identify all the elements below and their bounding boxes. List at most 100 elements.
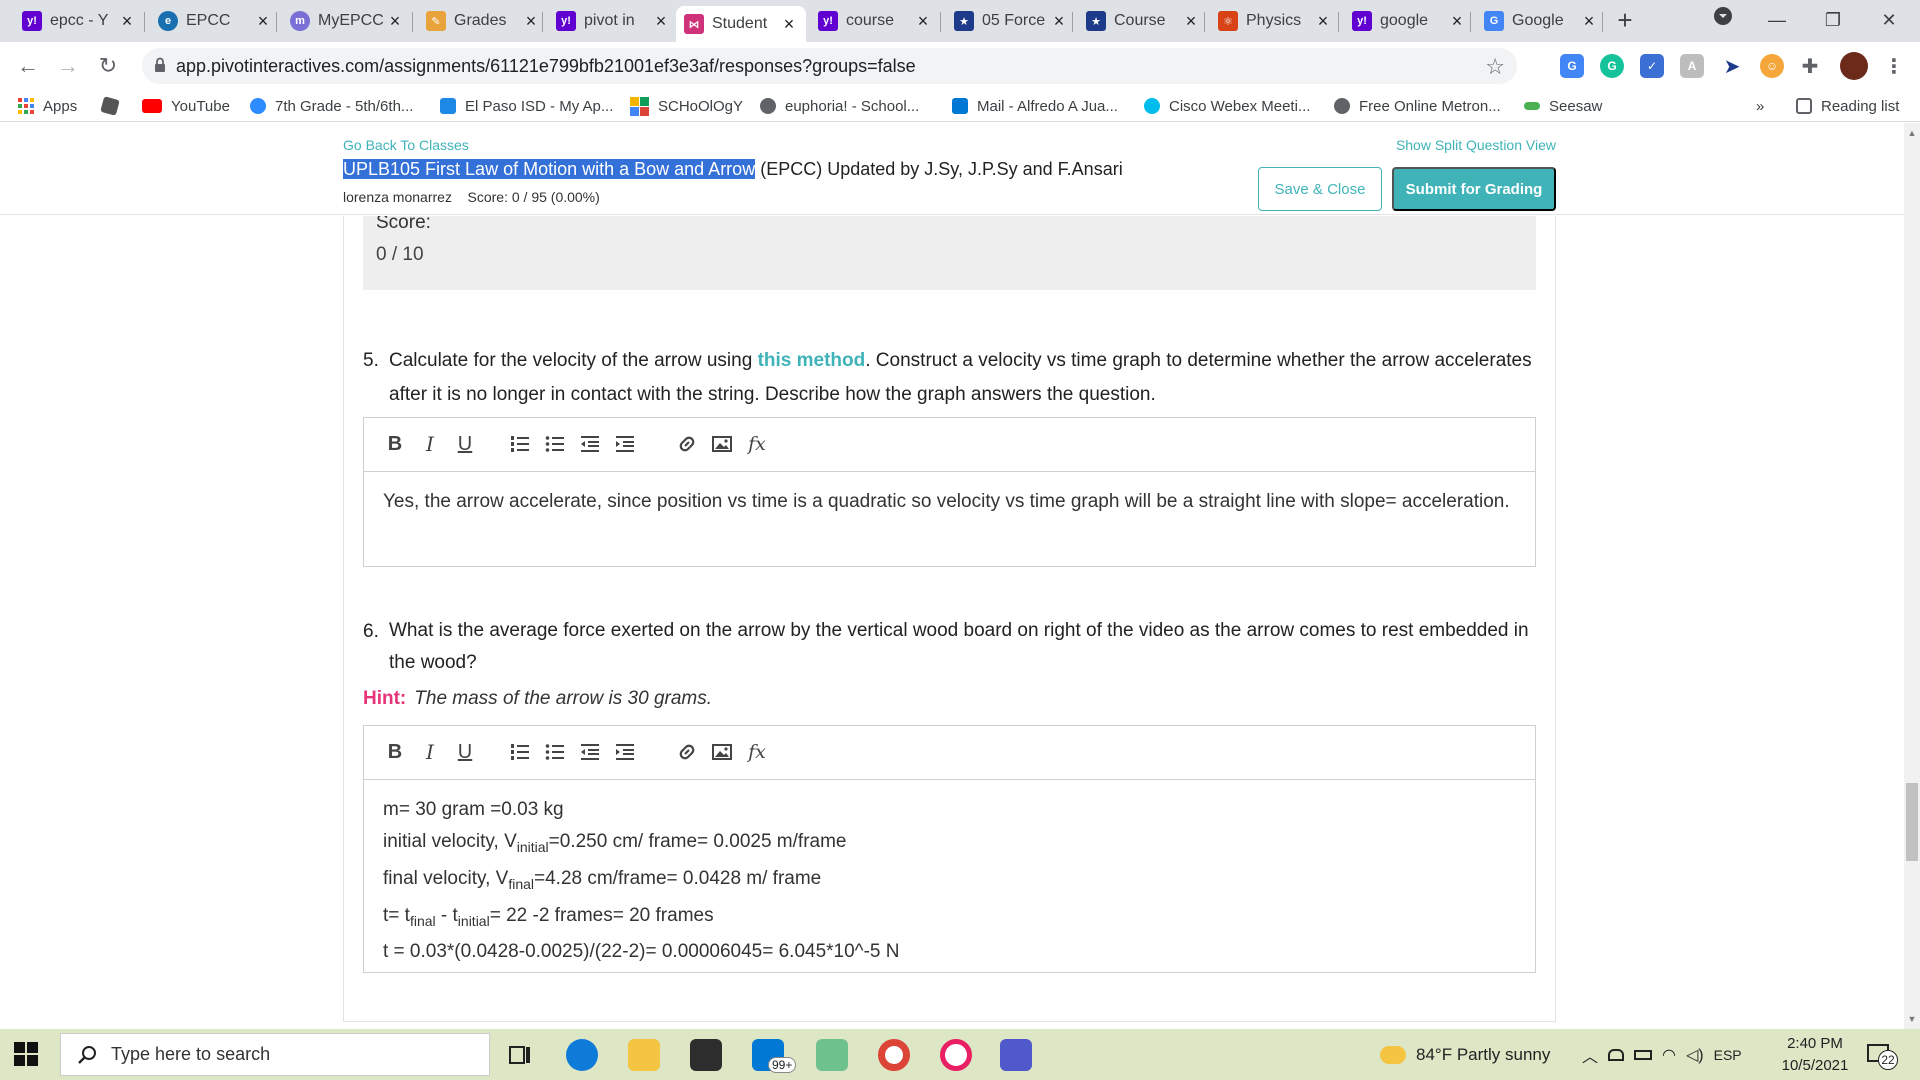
bullet-list-icon[interactable] — [542, 431, 568, 457]
notifications-icon[interactable]: 22 — [1866, 1041, 1898, 1070]
weather-widget[interactable]: 84°F Partly sunny — [1380, 1029, 1550, 1080]
browser-tab[interactable]: ★ Course × — [1078, 6, 1208, 36]
forward-arrow-icon[interactable]: → — [52, 50, 84, 82]
scroll-down-icon[interactable]: ▼ — [1904, 1011, 1920, 1027]
browser-tab[interactable]: y! epcc - Y × — [14, 6, 144, 36]
minimize-icon[interactable]: — — [1752, 0, 1802, 42]
browser-tab[interactable]: G Google × — [1476, 6, 1606, 36]
page-scrollbar[interactable]: ▲ ▼ — [1904, 123, 1920, 1029]
app-icon[interactable] — [940, 1039, 972, 1071]
scroll-up-icon[interactable]: ▲ — [1904, 125, 1920, 141]
image-icon[interactable] — [709, 431, 735, 457]
close-icon[interactable]: × — [1182, 11, 1200, 32]
back-arrow-icon[interactable]: ← — [12, 50, 44, 82]
translate-extension-icon[interactable]: G — [1560, 54, 1584, 78]
windows-start-icon[interactable] — [14, 1042, 38, 1066]
browser-tab[interactable]: m MyEPCC × — [282, 6, 412, 36]
browser-tab[interactable]: ★ 05 Force × — [946, 6, 1076, 36]
grammarly-extension-icon[interactable]: G — [1600, 54, 1624, 78]
close-icon[interactable]: × — [1448, 11, 1466, 32]
teams-icon[interactable] — [1000, 1039, 1032, 1071]
bookmark-episd[interactable]: El Paso ISD - My Ap... — [440, 95, 613, 117]
kebab-menu-icon[interactable]: ⋮ — [1882, 54, 1906, 78]
browser-tab-active[interactable]: ⋈ Student × — [676, 6, 806, 42]
mail-icon[interactable]: 99+ — [752, 1039, 797, 1073]
extension-icon[interactable]: ☺ — [1760, 54, 1784, 78]
outdent-icon[interactable] — [577, 739, 603, 765]
answer-editor-q5[interactable]: B I U fx Yes, the arrow accelerate, sinc… — [363, 417, 1536, 567]
window-close-icon[interactable]: ✕ — [1864, 0, 1914, 42]
indent-icon[interactable] — [612, 431, 638, 457]
bookmark-roblox[interactable] — [100, 95, 127, 117]
browser-tab[interactable]: e EPCC × — [150, 6, 280, 36]
outdent-icon[interactable] — [577, 431, 603, 457]
browser-tab[interactable]: y! course × — [810, 6, 940, 36]
answer-text[interactable]: m= 30 gram =0.03 kg initial velocity, Vi… — [364, 780, 1535, 982]
formula-icon[interactable]: fx — [744, 739, 770, 765]
taskbar-clock[interactable]: 2:40 PM 10/5/2021 — [1770, 1033, 1860, 1077]
store-icon[interactable] — [690, 1039, 722, 1071]
wifi-icon[interactable]: ◠ — [1662, 1045, 1676, 1065]
network-icon[interactable] — [1608, 1048, 1625, 1061]
more-bookmarks-button[interactable]: » — [1756, 95, 1764, 117]
answer-editor-q6[interactable]: B I U fx m= 30 gram =0.03 kg initial vel… — [363, 725, 1536, 973]
photos-icon[interactable] — [816, 1039, 848, 1071]
extension-icon[interactable]: ✓ — [1640, 54, 1664, 78]
edge-browser-icon[interactable] — [566, 1039, 598, 1071]
close-icon[interactable]: × — [386, 11, 404, 32]
answer-text[interactable]: Yes, the arrow accelerate, since positio… — [364, 472, 1535, 532]
link-icon[interactable] — [674, 431, 700, 457]
italic-icon[interactable]: I — [417, 431, 443, 457]
bold-icon[interactable]: B — [382, 739, 408, 765]
new-tab-button[interactable]: + — [1610, 6, 1640, 36]
bookmark-metronome[interactable]: Free Online Metron... — [1334, 95, 1501, 117]
close-icon[interactable]: × — [1580, 11, 1598, 32]
close-icon[interactable]: × — [652, 11, 670, 32]
close-icon[interactable]: × — [1050, 11, 1068, 32]
link-icon[interactable] — [674, 739, 700, 765]
browser-tab[interactable]: ⚛ Physics × — [1210, 6, 1340, 36]
browser-tab[interactable]: ✎ Grades × — [418, 6, 548, 36]
address-bar[interactable]: app.pivotinteractives.com/assignments/61… — [142, 48, 1517, 84]
extension-icon[interactable]: A — [1680, 54, 1704, 78]
bold-icon[interactable]: B — [382, 431, 408, 457]
numbered-list-icon[interactable] — [507, 739, 533, 765]
go-back-link[interactable]: Go Back To Classes — [343, 137, 469, 153]
bookmark-schoology[interactable]: SCHoOlOgY — [630, 95, 743, 117]
pointer-extension-icon[interactable]: ➤ — [1720, 54, 1744, 78]
bookmark-zoom[interactable]: 7th Grade - 5th/6th... — [250, 95, 413, 117]
image-icon[interactable] — [709, 739, 735, 765]
close-icon[interactable]: × — [254, 11, 272, 32]
language-indicator[interactable]: ESP — [1714, 1047, 1742, 1063]
underline-icon[interactable]: U — [452, 431, 478, 457]
volume-icon[interactable]: ◁) — [1686, 1045, 1704, 1065]
battery-icon[interactable] — [1634, 1049, 1653, 1060]
close-icon[interactable]: × — [780, 14, 798, 35]
puzzle-extensions-icon[interactable]: ✚ — [1798, 54, 1822, 78]
method-link[interactable]: this method — [758, 350, 866, 371]
task-view-icon[interactable] — [504, 1039, 536, 1071]
bookmark-euphoria[interactable]: euphoria! - School... — [760, 95, 919, 117]
reading-list-button[interactable]: Reading list — [1796, 95, 1899, 117]
close-icon[interactable]: × — [914, 11, 932, 32]
close-icon[interactable]: × — [522, 11, 540, 32]
chrome-icon[interactable] — [878, 1039, 910, 1071]
split-view-link[interactable]: Show Split Question View — [1396, 137, 1556, 153]
browser-tab[interactable]: y! google × — [1344, 6, 1474, 36]
numbered-list-icon[interactable] — [507, 431, 533, 457]
save-close-button[interactable]: Save & Close — [1258, 167, 1382, 211]
chevron-up-icon[interactable]: ︿ — [1582, 1043, 1598, 1067]
file-explorer-icon[interactable] — [628, 1039, 660, 1071]
bookmark-youtube[interactable]: YouTube — [142, 95, 230, 117]
underline-icon[interactable]: U — [452, 739, 478, 765]
close-icon[interactable]: × — [1314, 11, 1332, 32]
bookmark-seesaw[interactable]: Seesaw — [1524, 95, 1602, 117]
taskbar-search-input[interactable]: Type here to search — [60, 1033, 490, 1076]
avatar[interactable] — [1840, 52, 1868, 80]
bookmark-apps[interactable]: Apps — [18, 95, 77, 117]
restore-icon[interactable]: ❐ — [1808, 0, 1858, 42]
bookmark-star-icon[interactable]: ☆ — [1485, 54, 1505, 80]
tab-search-icon[interactable] — [1698, 0, 1748, 42]
bullet-list-icon[interactable] — [542, 739, 568, 765]
formula-icon[interactable]: fx — [744, 431, 770, 457]
